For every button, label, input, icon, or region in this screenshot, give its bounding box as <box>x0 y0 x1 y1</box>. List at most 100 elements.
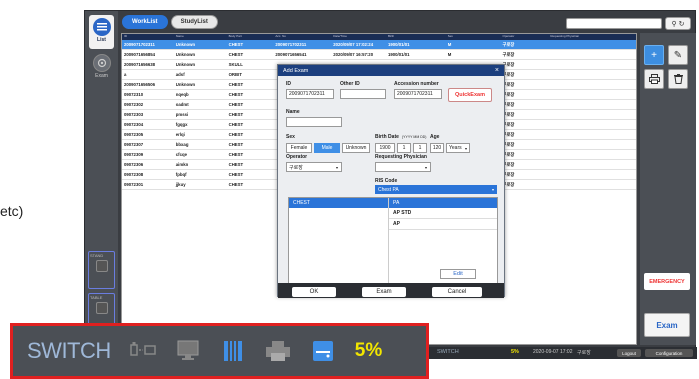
ris-projection-item[interactable]: AP STD <box>389 208 497 219</box>
age-unit-value: Years <box>449 145 462 151</box>
search-button[interactable]: ⚲ ↻ <box>665 17 691 30</box>
table-cell: 1900/01/01 <box>387 42 410 47</box>
birth-year-field[interactable]: 1900 <box>375 143 395 153</box>
physician-select[interactable]: ▾ <box>375 162 431 172</box>
table-cell: nqeqb <box>175 92 189 97</box>
add-button[interactable]: + <box>644 45 664 65</box>
percent-value: 5% <box>354 340 383 361</box>
col-header[interactable]: Birth <box>386 34 446 40</box>
table-cell: bbxag <box>175 142 189 147</box>
ris-projection-item[interactable]: PA <box>389 198 497 208</box>
status-user: 구로장 <box>577 350 591 356</box>
quickexam-button[interactable]: QuickExam <box>448 88 492 102</box>
printer-icon <box>648 74 660 84</box>
age-label: Age <box>430 134 440 140</box>
tab-studylist[interactable]: StudyList <box>170 15 218 29</box>
nav-list-button[interactable]: List <box>89 15 114 49</box>
age-field[interactable]: 120 <box>430 143 444 153</box>
ris-code-label: RIS Code <box>375 178 398 184</box>
ris-category-item[interactable]: CHEST <box>289 198 388 208</box>
status-switch-label: SWITCH <box>437 349 459 355</box>
list-icon <box>92 18 111 36</box>
plus-icon: + <box>651 49 657 61</box>
table-label: TABLE <box>90 295 103 300</box>
sex-female-button[interactable]: Female <box>286 143 312 153</box>
table-cell: ORBIT <box>228 72 242 77</box>
cancel-button[interactable]: Cancel <box>432 287 482 297</box>
pencil-icon: ✎ <box>673 49 683 61</box>
birth-format-hint: (YYYY MM DD) <box>402 135 427 139</box>
ok-button[interactable]: OK <box>292 287 336 297</box>
chevron-down-icon: ▾ <box>491 187 494 192</box>
col-header[interactable]: Name <box>174 34 227 40</box>
right-panel: + ✎ EMERGENCY Exam <box>640 33 696 345</box>
table-cell: 구로장 <box>502 91 515 97</box>
table-cell: 09072310 <box>124 92 144 97</box>
logout-button[interactable]: Logout <box>617 349 641 357</box>
monitor-icon <box>175 340 201 362</box>
col-header[interactable]: Requesting Physician <box>548 34 636 40</box>
name-field[interactable] <box>286 117 342 127</box>
table-cell: jjkuy <box>175 182 186 187</box>
nav-exam-label: Exam <box>95 73 108 79</box>
accession-field[interactable]: 2009071702311 <box>394 89 442 99</box>
ris-code-select[interactable]: Chest PA ▾ <box>375 185 497 194</box>
printer-icon <box>265 340 291 362</box>
edit-ris-button[interactable]: Edit <box>440 269 476 279</box>
table-cell: 09072309 <box>124 152 144 157</box>
switch-label: SWITCH <box>27 338 111 363</box>
col-header[interactable]: Operator <box>501 34 549 40</box>
table-cell: 구로장 <box>502 131 515 137</box>
table-cell: 구로장 <box>502 41 515 47</box>
birth-day-field[interactable]: 1 <box>413 143 427 153</box>
configuration-button[interactable]: Configuration <box>645 349 693 357</box>
search-input[interactable] <box>566 18 662 29</box>
nav-list-label: List <box>97 37 106 43</box>
exam-button[interactable]: Exam <box>644 313 690 337</box>
col-header[interactable]: Body Part <box>227 34 274 40</box>
birth-month-field[interactable]: 1 <box>397 143 411 153</box>
col-header[interactable]: Date/Time <box>331 34 386 40</box>
close-icon[interactable]: × <box>495 67 499 74</box>
table-cell: 2009071656506 <box>124 82 156 87</box>
id-field[interactable]: 2009071702311 <box>286 89 334 99</box>
col-header[interactable]: Sex <box>446 34 501 40</box>
age-unit-select[interactable]: Years ▾ <box>446 143 470 153</box>
table-cell: Unknown <box>175 52 196 57</box>
col-header[interactable]: ID <box>122 34 174 40</box>
table-row[interactable]: 2009071656854 Unknown CHEST 2009071656541 20… <box>122 50 636 60</box>
table-cell: M <box>447 52 452 57</box>
table-cell: Unknown <box>175 82 196 87</box>
table-row[interactable]: 2009071702311 Unknown CHEST 2009071702311 20… <box>122 40 636 50</box>
table-cell: 09072302 <box>124 102 144 107</box>
stand-label: STAND <box>90 253 104 258</box>
table-cell: oadmt <box>175 102 189 107</box>
nav-exam-button[interactable]: Exam <box>89 51 114 85</box>
dialog-exam-button[interactable]: Exam <box>362 287 406 297</box>
emergency-button[interactable]: EMERGENCY <box>644 273 690 290</box>
tab-worklist[interactable]: WorkList <box>122 15 168 29</box>
sex-unknown-button[interactable]: Unknown <box>342 143 370 153</box>
table-cell: 구로장 <box>502 181 515 187</box>
stand-detector-box[interactable]: STAND <box>88 251 115 289</box>
operator-value: 구로장 <box>289 164 303 171</box>
table-cell: 09072301 <box>124 182 144 187</box>
operator-select[interactable]: 구로장 ▾ <box>286 162 342 172</box>
col-header[interactable]: Acc. No <box>273 34 331 40</box>
other-id-field[interactable] <box>340 89 386 99</box>
ris-code-value: Chest PA <box>378 186 399 193</box>
delete-button[interactable] <box>668 69 688 89</box>
table-cell: 09072304 <box>124 122 144 127</box>
table-cell: 구로장 <box>502 51 515 57</box>
sex-male-button[interactable]: Male <box>314 143 340 153</box>
refresh-icon: ↻ <box>678 20 685 28</box>
table-cell: CHEST <box>228 182 244 187</box>
name-label: Name <box>286 109 300 115</box>
table-cell: 1900/01/01 <box>387 52 410 57</box>
table-cell: adsf <box>175 72 185 77</box>
add-exam-dialog: Add Exam × ID 2009071702311 Other ID Acc… <box>277 64 505 298</box>
ris-projection-item[interactable]: AP <box>389 219 497 230</box>
edit-button[interactable]: ✎ <box>668 45 688 65</box>
table-cell: pmssi <box>175 112 189 117</box>
print-button[interactable] <box>644 69 664 89</box>
